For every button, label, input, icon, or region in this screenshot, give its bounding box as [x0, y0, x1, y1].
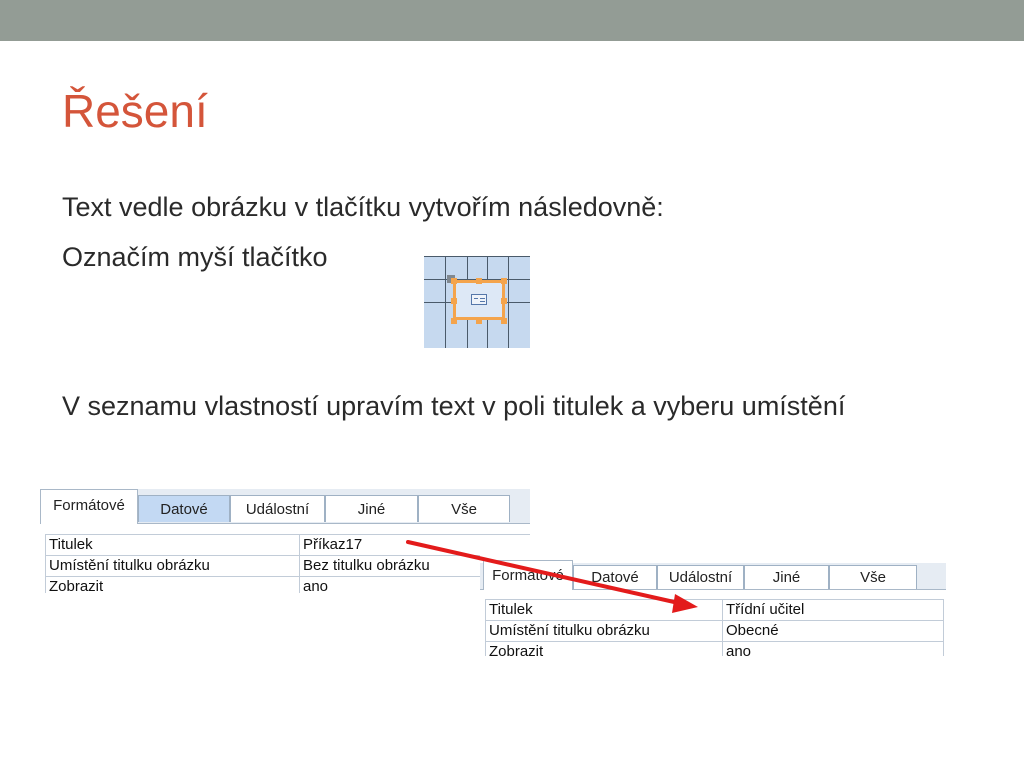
table-row[interactable]: Titulek Třídní učitel [485, 599, 944, 621]
property-value[interactable]: Obecné [722, 620, 944, 642]
property-label: Zobrazit [45, 576, 300, 593]
instruction-line-3: V seznamu vlastností upravím text v poli… [62, 391, 846, 421]
table-row[interactable]: Zobrazit ano [485, 641, 944, 656]
tab-jine[interactable]: Jiné [325, 495, 418, 522]
tab-formatove[interactable]: Formátové [40, 489, 138, 524]
tab-vse[interactable]: Vše [418, 495, 510, 522]
property-label: Zobrazit [485, 641, 723, 656]
tab-formatove[interactable]: Formátové [483, 560, 573, 590]
tab-jine[interactable]: Jiné [744, 565, 829, 589]
instruction-line-1: Text vedle obrázku v tlačítku vytvořím n… [62, 192, 664, 222]
property-sheet-after: Formátové Datové Událostní Jiné Vše Titu… [480, 555, 946, 656]
table-row[interactable]: Zobrazit ano [45, 576, 530, 593]
property-label: Umístění titulku obrázku [45, 555, 300, 577]
button-glyph-icon [471, 294, 487, 305]
property-value[interactable]: Třídní učitel [722, 599, 944, 621]
property-grid: Titulek Třídní učitel Umístění titulku o… [485, 599, 944, 656]
resize-handle[interactable] [476, 318, 482, 324]
table-row[interactable]: Umístění titulku obrázku Obecné [485, 620, 944, 642]
slide-title: Řešení [62, 85, 208, 137]
resize-handle[interactable] [501, 318, 507, 324]
resize-handle[interactable] [451, 298, 457, 304]
table-row[interactable]: Titulek Příkaz17 [45, 534, 530, 556]
table-row[interactable]: Umístění titulku obrázku Bez titulku obr… [45, 555, 530, 577]
tab-datove[interactable]: Datové [573, 565, 657, 589]
resize-handle[interactable] [451, 318, 457, 324]
instruction-line-2: Označím myší tlačítko [62, 242, 328, 272]
property-sheet-before: Formátové Datové Událostní Jiné Vše Titu… [40, 489, 530, 593]
resize-handle[interactable] [501, 278, 507, 284]
top-bar [0, 0, 1024, 41]
property-label: Umístění titulku obrázku [485, 620, 723, 642]
property-grid: Titulek Příkaz17 Umístění titulku obrázk… [45, 534, 530, 593]
resize-handle[interactable] [476, 278, 482, 284]
property-value[interactable]: Příkaz17 [299, 534, 530, 556]
property-label: Titulek [485, 599, 723, 621]
property-label: Titulek [45, 534, 300, 556]
tab-vse[interactable]: Vše [829, 565, 917, 589]
resize-handle[interactable] [451, 278, 457, 284]
property-value[interactable]: ano [722, 641, 944, 656]
tab-udalostni[interactable]: Událostní [657, 565, 744, 589]
tab-udalostni[interactable]: Událostní [230, 495, 325, 522]
resize-handle[interactable] [501, 298, 507, 304]
tab-datove[interactable]: Datové [138, 495, 230, 522]
selected-command-button-icon[interactable] [424, 256, 530, 348]
